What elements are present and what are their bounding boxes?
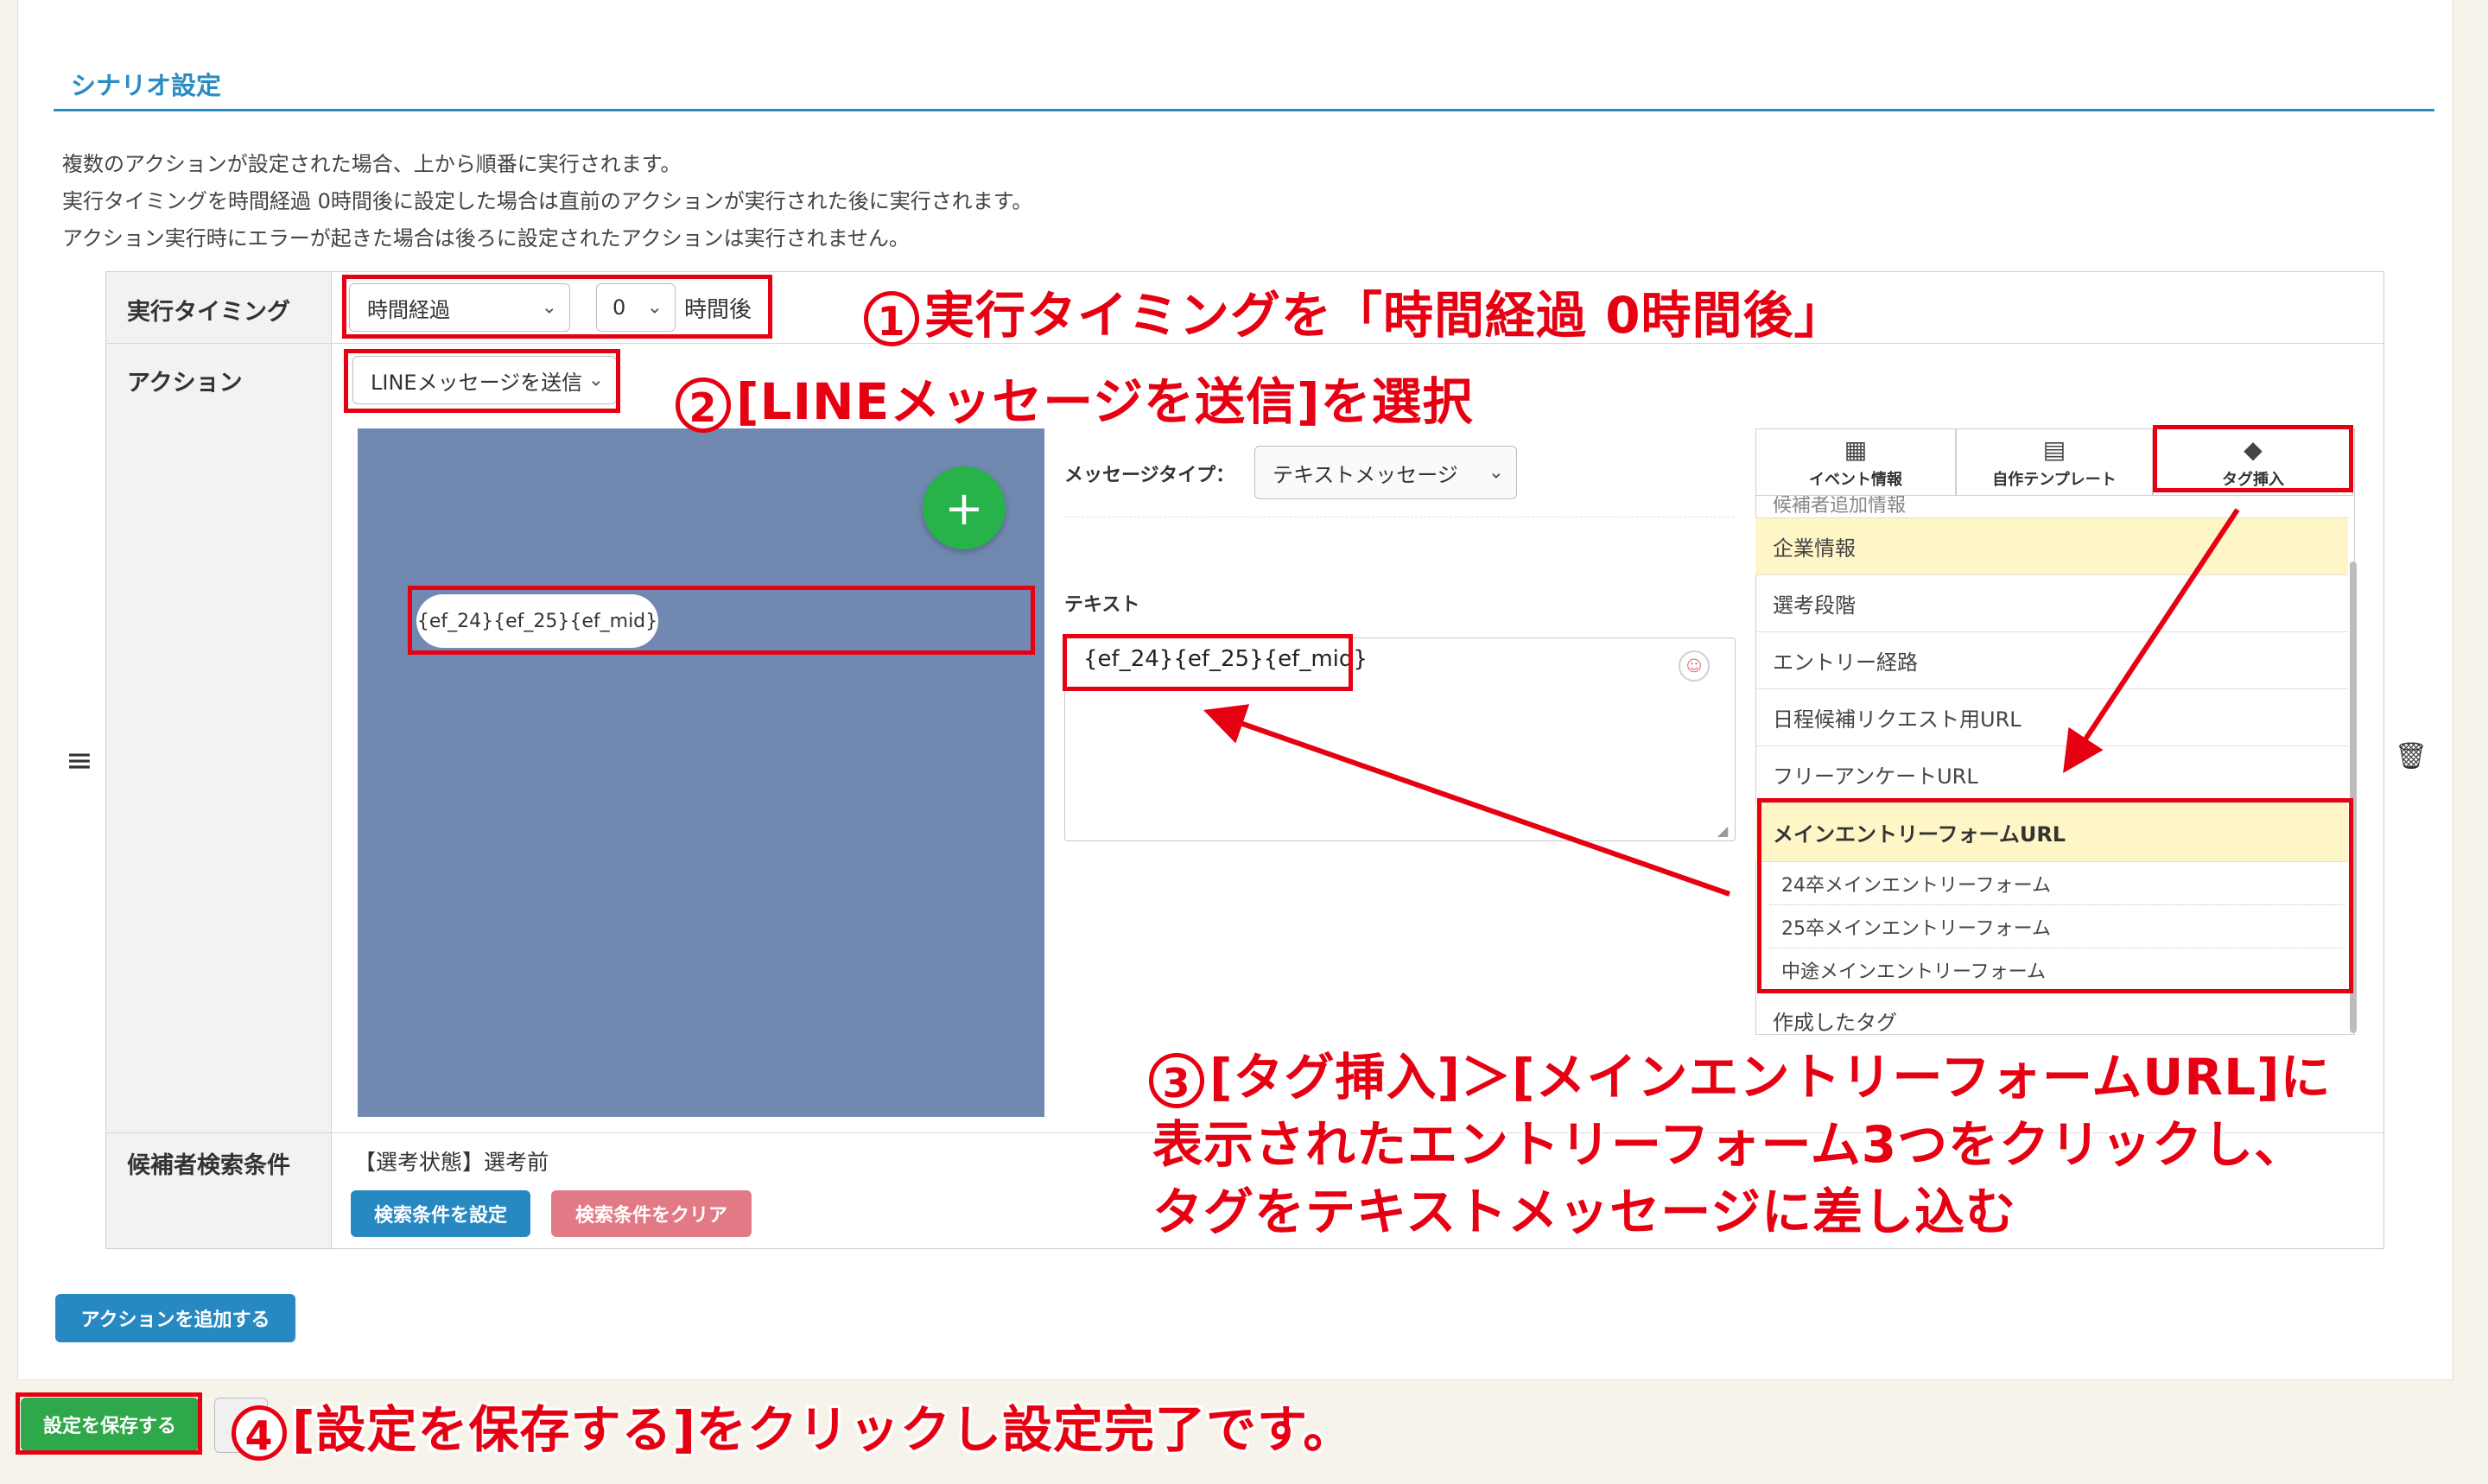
annotation-step-4: 4 [設定を保存する]をクリックし設定完了です。 (232, 1389, 1354, 1462)
annotation-step-2: 2 [LINEメッセージを送信]を選択 (676, 361, 1474, 434)
arrow-to-main-entry-form (2063, 508, 2240, 774)
annotation-arrows (1203, 508, 2240, 897)
annotation-step-1: 1 実行タイミングを「時間経過 0時間後」 (864, 275, 1845, 347)
annotation-step-3-line-2: 表示されたエントリーフォーム3つをクリックし、 (1152, 1115, 2306, 1174)
arrow-to-text-input (1203, 704, 1730, 897)
annotation-step-3-line-3: タグをテキストメッセージに差し込む (1152, 1183, 2017, 1241)
annotation-step-3-line-1: 3 [タグ挿入]＞[メインエントリーフォームURL]に (1149, 1037, 2332, 1109)
